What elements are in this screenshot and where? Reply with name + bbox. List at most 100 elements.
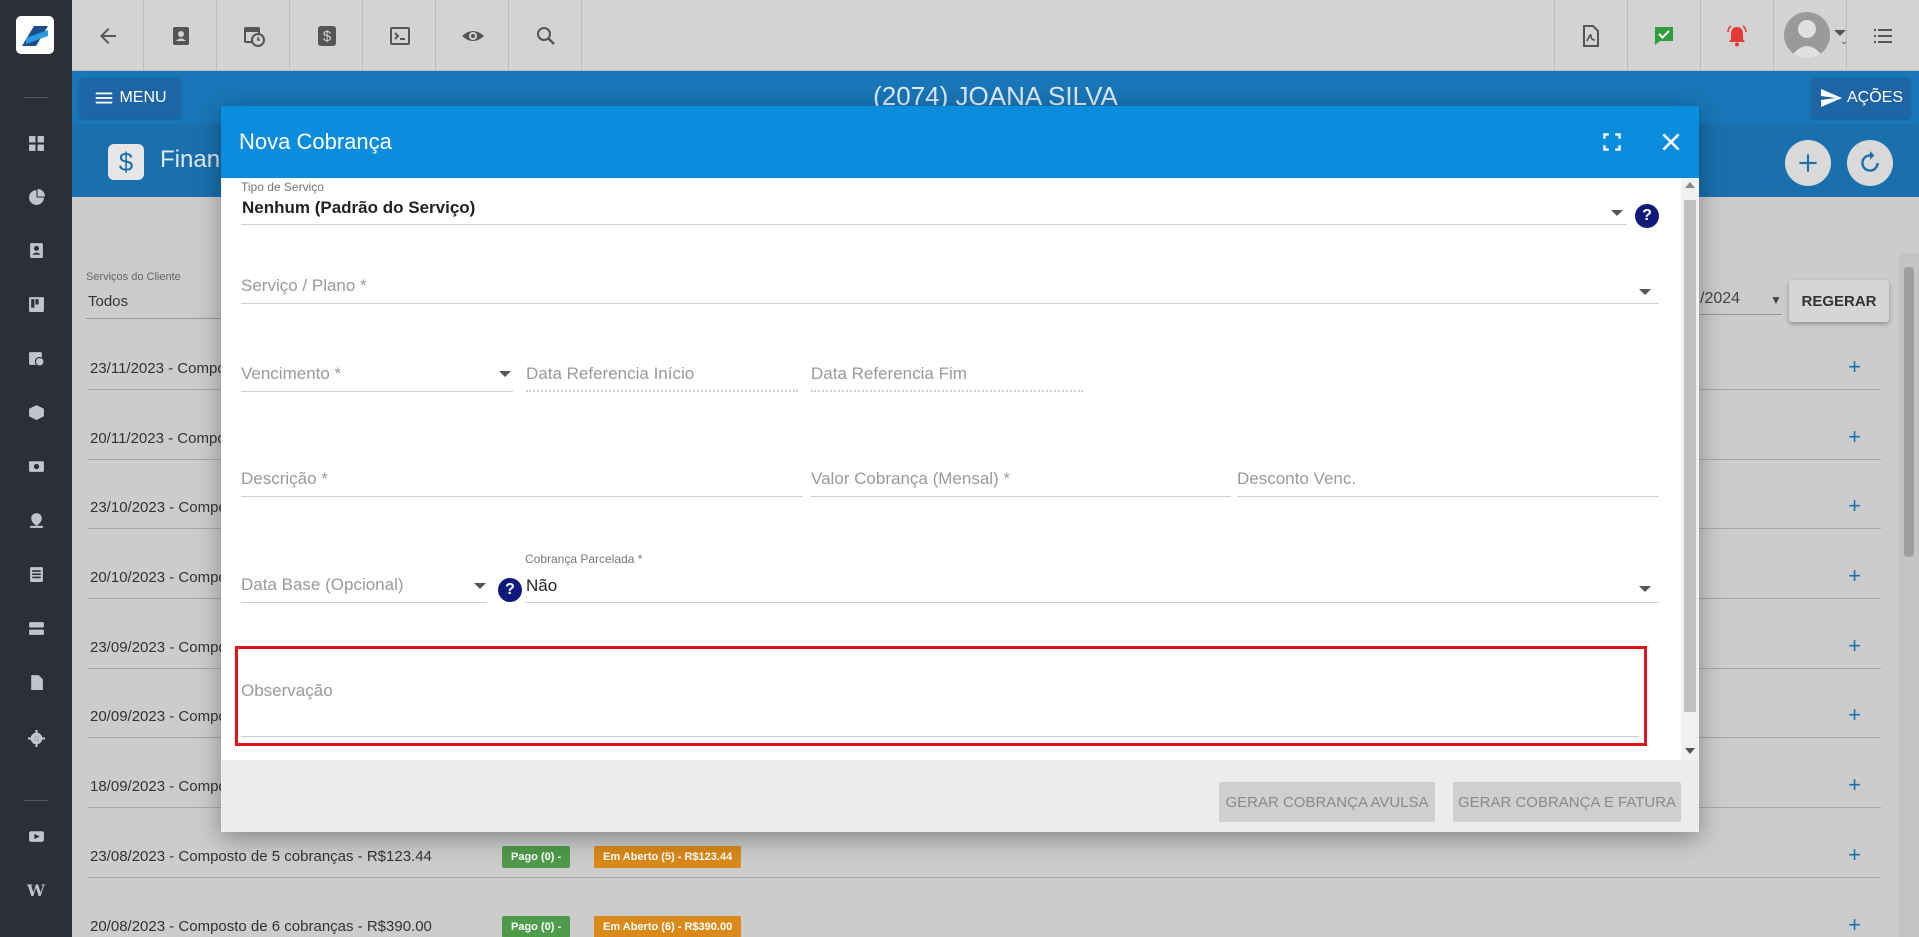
close-icon[interactable]: [1653, 124, 1689, 160]
user-avatar[interactable]: [1784, 12, 1830, 58]
servico-plano-select[interactable]: Serviço / Plano *: [241, 276, 367, 296]
descricao-field[interactable]: Descrição *: [241, 469, 328, 489]
list-item-text: 23/10/2023 - Compo: [90, 499, 227, 516]
pie-chart-icon[interactable]: [22, 183, 50, 211]
list-menu-icon[interactable]: [1846, 0, 1919, 71]
list-item-text: 23/08/2023 - Composto de 5 cobranças - R…: [90, 848, 432, 865]
dialog-scrollbar-thumb[interactable]: [1684, 200, 1696, 712]
help-icon[interactable]: ?: [1635, 204, 1659, 228]
page-scrollbar[interactable]: [1899, 253, 1919, 937]
chevron-down-icon[interactable]: [1639, 586, 1651, 592]
services-label: Serviços do Cliente: [86, 271, 181, 283]
services-select[interactable]: Todos: [88, 293, 128, 310]
acoes-button[interactable]: AÇÕES: [1812, 78, 1910, 118]
tipo-servico-select[interactable]: Nenhum (Padrão do Serviço): [242, 198, 475, 218]
money-icon[interactable]: [22, 452, 50, 480]
chevron-down-icon[interactable]: [474, 583, 486, 589]
page-scrollbar-thumb[interactable]: [1904, 267, 1914, 557]
expand-plus-icon[interactable]: +: [1848, 702, 1861, 728]
data-ref-inicio-underline: [526, 390, 798, 392]
data-ref-inicio-field[interactable]: Data Referencia Início: [526, 364, 694, 384]
list-item-text: 20/09/2023 - Compo: [90, 708, 227, 725]
list-item-text: 20/10/2023 - Compo: [90, 569, 227, 586]
rail-divider: [24, 97, 48, 98]
help-icon[interactable]: ?: [498, 578, 522, 602]
fullscreen-icon[interactable]: [1594, 124, 1630, 160]
document-list-icon[interactable]: [22, 560, 50, 588]
expand-plus-icon[interactable]: +: [1848, 633, 1861, 659]
refresh-icon: [1861, 151, 1879, 172]
settings-gear-icon[interactable]: [22, 724, 50, 752]
expand-plus-icon[interactable]: +: [1848, 424, 1861, 450]
expand-plus-icon[interactable]: +: [1848, 912, 1861, 937]
expand-plus-icon[interactable]: +: [1848, 563, 1861, 589]
date-select[interactable]: /2024: [1700, 290, 1740, 308]
calendar-clock-icon[interactable]: [22, 344, 50, 372]
add-button[interactable]: [1785, 140, 1831, 186]
dialog-footer: GERAR COBRANÇA AVULSA GERAR COBRANÇA E F…: [221, 760, 1699, 832]
expand-plus-icon[interactable]: +: [1848, 354, 1861, 380]
status-badge-paid: Pago (0) -: [502, 846, 571, 868]
desconto-venc-field[interactable]: Desconto Venc.: [1237, 469, 1356, 489]
servico-plano-underline: [241, 303, 1659, 304]
data-base-field[interactable]: Data Base (Opcional): [241, 575, 404, 595]
pdf-icon[interactable]: [1554, 0, 1626, 71]
box-icon[interactable]: [22, 398, 50, 426]
expand-plus-icon[interactable]: +: [1848, 772, 1861, 798]
gerar-cobranca-fatura-button[interactable]: GERAR COBRANÇA E FATURA: [1453, 782, 1681, 822]
cobranca-parcelada-select[interactable]: Não: [526, 576, 557, 596]
server-icon[interactable]: [22, 614, 50, 642]
chevron-down-icon[interactable]: ▼: [1770, 293, 1782, 307]
cobranca-parcelada-label: Cobrança Parcelada *: [525, 552, 643, 566]
chevron-down-icon[interactable]: [499, 371, 511, 377]
calendar-clock-icon[interactable]: [218, 0, 290, 71]
data-ref-fim-field[interactable]: Data Referencia Fim: [811, 364, 967, 384]
dialog-title: Nova Cobrança: [239, 129, 392, 154]
nova-cobranca-dialog: Nova Cobrança Tipo de Serviço Nenhum (Pa…: [221, 106, 1699, 832]
left-rail: W: [0, 0, 72, 937]
acoes-button-label: AÇÕES: [1846, 89, 1903, 106]
scroll-up-icon[interactable]: [1685, 182, 1695, 188]
vencimento-field[interactable]: Vencimento *: [241, 364, 341, 384]
observacao-highlight-box: [235, 646, 1647, 746]
map-pin-icon[interactable]: [22, 506, 50, 534]
list-item-text: 18/09/2023 - Compo: [90, 778, 227, 795]
chevron-down-icon[interactable]: [1639, 289, 1651, 295]
search-icon[interactable]: [510, 0, 582, 71]
dialog-body: Tipo de Serviço Nenhum (Padrão do Serviç…: [221, 178, 1699, 760]
back-arrow-icon[interactable]: [72, 0, 144, 71]
dollar-icon[interactable]: $: [291, 0, 363, 71]
svg-text:$: $: [322, 28, 331, 45]
wiki-icon[interactable]: W: [22, 876, 50, 904]
app-logo[interactable]: [16, 16, 54, 54]
expand-plus-icon[interactable]: +: [1848, 493, 1861, 519]
contact-card-icon[interactable]: [145, 0, 217, 71]
eye-icon[interactable]: [437, 0, 509, 71]
list-item-text: 23/11/2023 - Compo: [90, 360, 226, 377]
chevron-down-icon[interactable]: ⌄: [1834, 30, 1848, 47]
scroll-down-icon[interactable]: [1685, 748, 1695, 754]
tipo-servico-underline: [241, 224, 1627, 225]
terminal-icon[interactable]: [364, 0, 436, 71]
dashboard-icon[interactable]: [22, 129, 50, 157]
contact-icon[interactable]: [22, 236, 50, 264]
valor-cobranca-field[interactable]: Valor Cobrança (Mensal) *: [811, 469, 1010, 489]
chat-check-icon[interactable]: [1627, 0, 1699, 71]
desconto-venc-underline: [1237, 496, 1659, 497]
dialog-header: Nova Cobrança: [221, 106, 1699, 178]
plus-icon: [1799, 154, 1817, 172]
chevron-down-icon[interactable]: [1611, 210, 1623, 216]
kanban-icon[interactable]: [22, 290, 50, 318]
refresh-button[interactable]: [1847, 140, 1893, 186]
list-item[interactable]: 20/08/2023 - Composto de 6 cobranças - R…: [88, 878, 1881, 937]
video-icon[interactable]: [22, 822, 50, 850]
expand-plus-icon[interactable]: +: [1848, 842, 1861, 868]
cobranca-parcelada-underline: [525, 602, 1659, 603]
regerar-button[interactable]: REGERAR: [1789, 280, 1889, 322]
tipo-servico-label: Tipo de Serviço: [241, 180, 324, 194]
file-icon[interactable]: [22, 668, 50, 696]
alarm-bell-icon[interactable]: [1700, 0, 1772, 71]
gerar-cobranca-avulsa-button[interactable]: GERAR COBRANÇA AVULSA: [1219, 782, 1435, 822]
dialog-scrollbar[interactable]: [1681, 178, 1699, 760]
dollar-icon: $: [108, 144, 144, 180]
